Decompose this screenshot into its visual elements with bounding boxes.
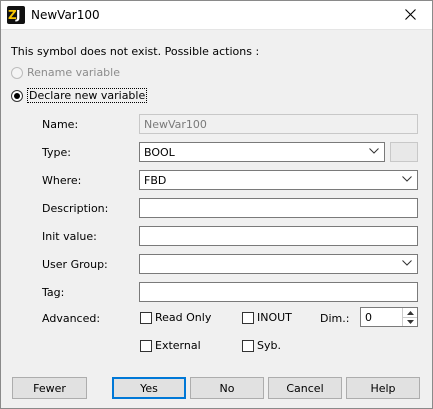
chevron-down-icon <box>402 176 412 182</box>
where-label: Where: <box>42 174 82 187</box>
advanced-label: Advanced: <box>42 312 101 325</box>
inout-option[interactable]: INOUT <box>242 311 292 324</box>
inout-label: INOUT <box>257 311 292 324</box>
description-label: Description: <box>42 202 109 215</box>
external-option[interactable]: External <box>140 339 201 352</box>
type-browse-button[interactable] <box>390 142 418 162</box>
caret-down-icon <box>406 319 414 324</box>
rename-radio[interactable] <box>11 66 23 79</box>
name-field[interactable]: NewVar100 <box>139 114 418 134</box>
syb-checkbox[interactable] <box>242 339 254 352</box>
help-button[interactable]: Help <box>346 377 420 399</box>
external-checkbox[interactable] <box>140 339 152 352</box>
where-value: FBD <box>144 174 167 187</box>
type-value: BOOL <box>144 146 175 159</box>
caret-up-icon <box>406 310 414 315</box>
close-icon <box>405 9 416 20</box>
dim-value: 0 <box>365 311 372 324</box>
user-group-select[interactable] <box>139 254 418 274</box>
type-label: Type: <box>42 146 71 159</box>
declare-variable-option[interactable]: Declare new variable <box>11 88 148 103</box>
window-title: NewVar100 <box>31 8 100 22</box>
declare-radio-label: Declare new variable <box>27 88 148 103</box>
read-only-checkbox[interactable] <box>140 311 152 324</box>
chevron-down-icon <box>402 260 412 266</box>
init-value-input[interactable] <box>139 226 418 246</box>
where-select[interactable]: FBD <box>139 170 418 190</box>
read-only-label: Read Only <box>155 311 212 324</box>
name-value: NewVar100 <box>144 118 207 131</box>
title-bar: ZJ NewVar100 <box>0 0 433 30</box>
declare-radio[interactable] <box>11 89 23 102</box>
dim-stepper[interactable]: 0 <box>360 307 418 327</box>
yes-button[interactable]: Yes <box>112 377 186 399</box>
close-button[interactable] <box>388 0 433 29</box>
tag-input[interactable] <box>139 282 418 302</box>
external-label: External <box>155 339 201 352</box>
no-button[interactable]: No <box>190 377 264 399</box>
rename-variable-option[interactable]: Rename variable <box>11 66 120 79</box>
dim-decrement-button[interactable] <box>403 317 417 326</box>
init-value-label: Init value: <box>42 230 97 243</box>
syb-option[interactable]: Syb. <box>242 339 281 352</box>
rename-radio-label: Rename variable <box>27 66 120 79</box>
syb-label: Syb. <box>257 339 281 352</box>
user-group-label: User Group: <box>42 258 108 271</box>
app-logo-icon: ZJ <box>7 6 25 24</box>
type-select[interactable]: BOOL <box>139 142 385 162</box>
fewer-button[interactable]: Fewer <box>12 377 87 399</box>
inout-checkbox[interactable] <box>242 311 254 324</box>
name-label: Name: <box>42 118 79 131</box>
dim-label: Dim.: <box>320 312 350 325</box>
chevron-down-icon <box>369 148 379 154</box>
cancel-button[interactable]: Cancel <box>268 377 342 399</box>
read-only-option[interactable]: Read Only <box>140 311 211 324</box>
description-input[interactable] <box>139 198 418 218</box>
status-message: This symbol does not exist. Possible act… <box>11 45 260 58</box>
tag-label: Tag: <box>42 286 65 299</box>
